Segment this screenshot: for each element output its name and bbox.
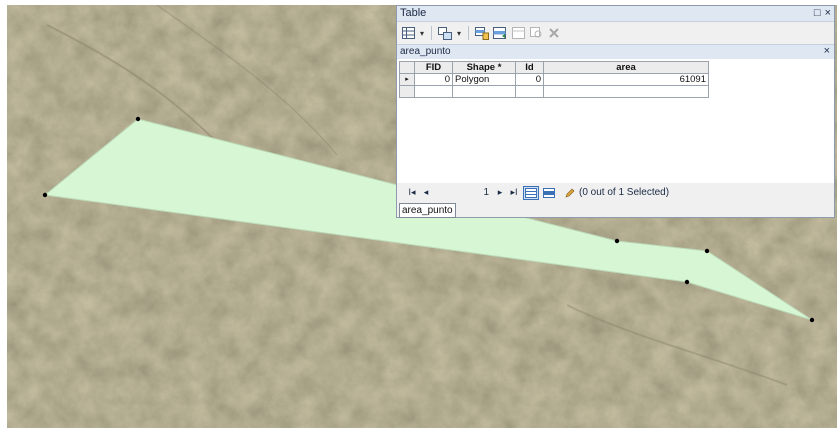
first-record-button[interactable]: I◂ xyxy=(405,187,419,198)
close-icon[interactable]: × xyxy=(825,6,831,20)
table-window[interactable]: Table □ × ▾ ▾ area_punto × FID Shape * I… xyxy=(396,5,835,218)
current-record-input[interactable]: 1 xyxy=(437,186,489,199)
cell-fid[interactable]: 0 xyxy=(414,73,453,86)
last-record-button[interactable]: ▸I xyxy=(507,187,521,198)
row-selector-header[interactable] xyxy=(399,61,415,74)
restore-icon[interactable]: □ xyxy=(814,6,821,20)
selection-status: (0 out of 1 Selected) xyxy=(565,187,669,198)
table-toolbar: ▾ ▾ xyxy=(397,22,834,44)
column-header-fid[interactable]: FID xyxy=(414,61,453,74)
toolbar-separator xyxy=(468,26,469,40)
attribute-table: FID Shape * Id area ▸ 0 Polygon 0 61091 xyxy=(399,61,709,98)
table-row[interactable]: ▸ 0 Polygon 0 61091 xyxy=(399,73,709,86)
cell-area[interactable]: 61091 xyxy=(543,73,709,86)
empty-cell[interactable] xyxy=(543,85,709,98)
row-selector[interactable] xyxy=(399,85,415,98)
show-all-records-icon[interactable] xyxy=(523,185,539,200)
vertex-marker[interactable] xyxy=(809,317,815,323)
title-bar[interactable]: Table □ × xyxy=(397,6,834,22)
new-record-row[interactable] xyxy=(399,85,709,98)
toolbar-separator xyxy=(431,26,432,40)
selection-count-text: (0 out of 1 Selected) xyxy=(579,187,670,198)
record-navigator: I◂ ◂ 1 ▸ ▸I (0 out of 1 Selected) xyxy=(397,183,834,202)
related-tables-icon[interactable] xyxy=(437,25,453,41)
vertex-marker[interactable] xyxy=(704,248,710,254)
empty-cell[interactable] xyxy=(452,85,516,98)
table-options-dropdown-icon[interactable]: ▾ xyxy=(418,25,426,41)
window-title: Table xyxy=(400,7,427,19)
cell-id[interactable]: 0 xyxy=(515,73,544,86)
column-header-id[interactable]: Id xyxy=(515,61,544,74)
pencil-icon xyxy=(565,188,575,197)
vertex-marker[interactable] xyxy=(135,116,141,122)
table-options-icon[interactable] xyxy=(400,25,416,41)
current-row-indicator[interactable]: ▸ xyxy=(399,73,415,86)
vertex-marker[interactable] xyxy=(614,238,620,244)
column-header-shape[interactable]: Shape * xyxy=(452,61,516,74)
vertex-marker[interactable] xyxy=(684,279,690,285)
empty-cell[interactable] xyxy=(515,85,544,98)
zoom-to-selected-icon[interactable] xyxy=(528,25,544,41)
column-header-area[interactable]: area xyxy=(543,61,709,74)
attribute-grid[interactable]: FID Shape * Id area ▸ 0 Polygon 0 61091 xyxy=(397,59,834,183)
empty-cell[interactable] xyxy=(414,85,453,98)
clear-selection-icon[interactable] xyxy=(510,25,526,41)
show-selected-records-icon[interactable] xyxy=(541,186,557,200)
delete-selected-icon[interactable] xyxy=(546,25,562,41)
vertex-marker[interactable] xyxy=(42,192,48,198)
previous-record-button[interactable]: ◂ xyxy=(419,187,433,198)
table-tab-header[interactable]: area_punto × xyxy=(397,44,834,60)
table-tab-area-punto[interactable]: area_punto xyxy=(399,203,456,218)
next-record-button[interactable]: ▸ xyxy=(493,187,507,198)
select-by-attributes-icon[interactable] xyxy=(474,25,490,41)
switch-selection-icon[interactable] xyxy=(492,25,508,41)
related-tables-dropdown-icon[interactable]: ▾ xyxy=(455,25,463,41)
cell-shape[interactable]: Polygon xyxy=(452,73,516,86)
table-name: area_punto xyxy=(400,46,451,57)
close-icon[interactable]: × xyxy=(824,45,830,58)
